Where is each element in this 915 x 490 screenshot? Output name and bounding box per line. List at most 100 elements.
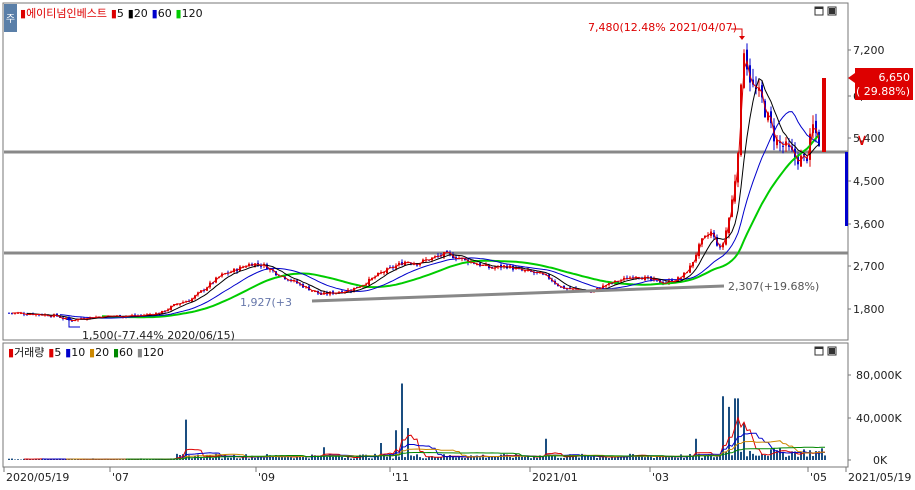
volume-bar [419,457,421,460]
volume-bar [563,458,565,460]
volume-bar [254,458,256,460]
volume-bar [662,457,664,460]
volume-bar [824,455,826,460]
volume-legend: ▮거래량 ▮5 ▮10 ▮20 ▮60 ▮120 [8,346,164,359]
volume-bar [524,457,526,460]
volume-bar [551,456,553,460]
volume-bar [716,457,718,460]
date-tick-label: '07 [112,471,129,484]
volume-bar [233,455,235,460]
volume-bar [461,458,463,460]
volume-bar [560,458,562,460]
legend-label: 20 [134,7,148,20]
legend-marker: ▮ [133,346,143,359]
volume-bar [536,458,538,460]
volume-bar [542,457,544,460]
volume-bar [200,458,202,460]
legend-label: 10 [71,346,85,359]
date-tick-label: '09 [258,471,275,484]
legend-label: 120 [182,7,203,20]
date-tick-label: '03 [652,471,669,484]
volume-bar [371,458,373,460]
volume-bar [596,458,598,460]
date-tick-label: '05 [810,471,827,484]
volume-bar [323,447,325,460]
stock-chart-canvas: 주 ▮에이티넘인베스트 ▮5 ▮20 ▮60 ▮120 ▮거래량 ▮5 ▮10 … [0,0,915,486]
price-tick: 1,800 [853,303,885,316]
volume-bar [740,452,742,460]
volume-bar [695,439,697,460]
volume-bar [581,454,583,460]
volume-bar [308,458,310,460]
volume-bar [464,458,466,460]
volume-tick: 0K [873,454,888,467]
legend-label: 60 [158,7,172,20]
volume-bar [194,456,196,460]
price-panel-close-icon[interactable] [828,7,836,15]
legend-marker: ▮ [44,346,54,359]
volume-tick: 80,000K [856,369,902,382]
volume-bar [545,439,547,460]
volume-bar [236,458,238,460]
legend-marker: ▮ [107,7,117,20]
volume-bar [518,456,520,460]
legend-label: 120 [143,346,164,359]
period-tab-label[interactable]: 주 [6,14,15,25]
volume-bar [284,457,286,460]
legend-marker: ▮ [109,346,119,359]
legend-label: 20 [95,346,109,359]
candle-body [800,156,802,167]
legend-label: 5 [54,346,61,359]
volume-bar [533,457,535,460]
volume-bar [719,456,721,460]
volume-bar [185,420,187,460]
volume-bar [440,457,442,460]
volume-bar [692,456,694,460]
volume-bar [578,458,580,460]
volume-bar [752,454,754,460]
volume-bar [617,457,619,460]
price-tick: 7,200 [853,44,885,57]
volume-bar [488,457,490,460]
volume-bar [689,454,691,460]
volume-bar [410,455,412,460]
volume-bar [731,455,733,460]
volume-bar [530,458,532,460]
date-tick-label: '11 [392,471,409,484]
volume-bar [362,454,364,460]
volume-bar [8,459,10,460]
volume-bar [668,457,670,460]
date-axis: 2020/05/19'07'09'112021/01'03'052021/05/… [4,467,911,484]
price-panel-maximize-icon[interactable] [815,7,823,15]
volume-bar [548,456,550,460]
volume-bar [11,459,13,460]
legend-label: 에이티넘인베스트 [26,7,107,20]
volume-bar [590,457,592,460]
volume-bar [500,455,502,460]
volume-bar [509,457,511,460]
trend-start-label: 1,927(+3 [240,296,292,309]
volume-bar [413,456,415,460]
volume-panel-close-icon[interactable] [828,347,836,355]
volume-bar [338,457,340,460]
volume-bar [821,448,823,460]
volume-bar [614,457,616,460]
legend-marker: ▮ [85,346,95,359]
volume-bar [713,457,715,460]
volume-bar [191,458,193,460]
volume-bar [497,457,499,460]
volume-bar [302,456,304,460]
price-cursor-icon[interactable]: ∨ [856,130,868,149]
volume-bar [521,457,523,460]
volume-bar [212,458,214,460]
volume-bar [425,458,427,460]
volume-bar [515,454,517,460]
volume-panel-maximize-icon[interactable] [815,347,823,355]
current-range-bar [845,152,848,226]
candle-body [8,313,10,314]
volume-bar [422,458,424,460]
volume-bar [809,450,811,460]
volume-bar [344,458,346,460]
volume-bar [368,458,370,460]
volume-bar [599,457,601,460]
